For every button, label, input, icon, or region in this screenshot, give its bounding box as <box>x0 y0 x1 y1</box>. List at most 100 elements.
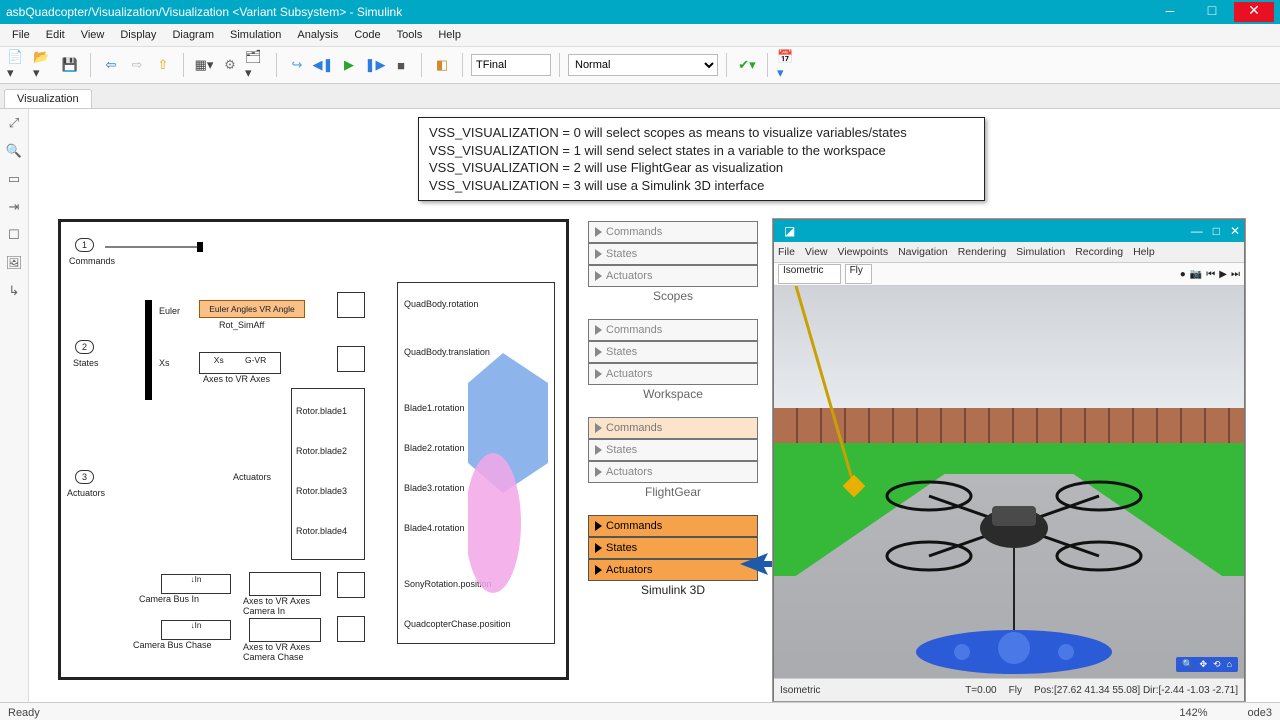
vr-nav-panel-icon[interactable] <box>914 624 1114 674</box>
model-canvas[interactable]: VSS_VISUALIZATION = 0 will select scopes… <box>28 109 1280 720</box>
vr-sensor-line-icon <box>784 286 874 506</box>
vr-tool-next-icon[interactable]: ⏭ <box>1231 269 1240 280</box>
variant-simulink3d[interactable]: Commands States Actuators Simulink 3D <box>588 515 758 597</box>
menu-help[interactable]: Help <box>430 27 469 43</box>
vr-navmode-select[interactable]: Fly <box>845 264 872 284</box>
vr-viewpoint-select[interactable]: Isometric <box>778 264 841 284</box>
menu-analysis[interactable]: Analysis <box>289 27 346 43</box>
vr-nav-rotate-icon[interactable]: ⟲ <box>1213 659 1221 670</box>
forward-button[interactable]: ⇨ <box>125 53 149 77</box>
vr-tool-prev-icon[interactable]: ⏮ <box>1206 269 1215 280</box>
inport-states[interactable]: 2 <box>75 340 94 354</box>
stop-time-input[interactable] <box>471 54 551 76</box>
block-euler-to-vr[interactable]: Euler Angles VR Angle <box>199 300 305 318</box>
block-axes-cam-chase[interactable] <box>249 618 321 642</box>
annotation-box[interactable]: VSS_VISUALIZATION = 0 will select scopes… <box>418 117 985 201</box>
vr-tool-rec-icon[interactable]: ● <box>1180 269 1186 280</box>
menu-edit[interactable]: Edit <box>38 27 73 43</box>
vr-menu-help[interactable]: Help <box>1133 246 1155 258</box>
library-browser-button[interactable]: ▦▾ <box>192 53 216 77</box>
vr-nav-zoom-icon[interactable]: 🔍 <box>1182 659 1193 670</box>
rate-transition-3[interactable] <box>337 572 365 598</box>
step-back-button[interactable]: ◀❚ <box>311 53 335 77</box>
block-camera-in[interactable]: ↓In <box>161 574 231 594</box>
sig-rotor3: Rotor.blade3 <box>296 486 347 496</box>
vr-menu-navigation[interactable]: Navigation <box>898 246 948 258</box>
new-model-button[interactable]: 📄▾ <box>6 53 30 77</box>
vr-3d-canvas[interactable]: 🔍 ✥ ⟲ ⌂ <box>774 286 1244 678</box>
zoom-in-button[interactable]: ⇥ <box>9 199 20 215</box>
vr-nav-pan-icon[interactable]: ✥ <box>1199 659 1207 670</box>
step-forward-button[interactable]: ❚▶ <box>363 53 387 77</box>
vr-sink-preview-icon <box>468 353 558 613</box>
variant-flightgear[interactable]: Commands States Actuators FlightGear <box>588 417 758 499</box>
status-ready: Ready <box>8 707 40 719</box>
rate-transition-2[interactable] <box>337 346 365 372</box>
inport-actuators[interactable]: 3 <box>75 470 94 484</box>
simulation-mode-select[interactable]: Normal <box>568 54 718 76</box>
rate-transition-4[interactable] <box>337 616 365 642</box>
annotate-button[interactable]: ☐ <box>8 227 20 243</box>
back-button[interactable]: ⇦ <box>99 53 123 77</box>
model-explorer-button[interactable]: 🗂▾ <box>244 53 268 77</box>
vr-menu-simulation[interactable]: Simulation <box>1016 246 1065 258</box>
menu-code[interactable]: Code <box>346 27 388 43</box>
vr-menu-view[interactable]: View <box>805 246 828 258</box>
menu-file[interactable]: File <box>4 27 38 43</box>
status-zoom[interactable]: 142% <box>1179 707 1207 719</box>
model-config-button[interactable]: ⚙ <box>218 53 242 77</box>
fast-restart-button[interactable]: ↪ <box>285 53 309 77</box>
vr-close-button[interactable]: ✕ <box>1230 224 1240 238</box>
image-button[interactable]: 🖼 <box>6 255 23 271</box>
vr-port-b4: Blade4.rotation <box>404 523 465 533</box>
bus-selector[interactable] <box>145 300 152 400</box>
menu-view[interactable]: View <box>73 27 113 43</box>
schedule-button[interactable]: 📅▾ <box>776 53 800 77</box>
save-button[interactable]: 💾 <box>58 53 82 77</box>
vr-menu-viewpoints[interactable]: Viewpoints <box>838 246 889 258</box>
vr-tool-play-icon[interactable]: ▶ <box>1219 269 1227 280</box>
block-vr-sink[interactable]: QuadBody.rotation QuadBody.translation B… <box>397 282 555 644</box>
block-axes-to-vr[interactable]: Xs G-VR <box>199 352 281 374</box>
vr-tool-snapshot-icon[interactable]: 📷 <box>1190 269 1202 280</box>
menu-diagram[interactable]: Diagram <box>164 27 222 43</box>
menu-display[interactable]: Display <box>112 27 164 43</box>
run-button[interactable]: ▶ <box>337 53 361 77</box>
vr-viewer-window[interactable]: ◪ — □ ✕ File View Viewpoints Navigation … <box>773 219 1245 701</box>
annotation-line-2: VSS_VISUALIZATION = 1 will send select s… <box>429 142 974 160</box>
tab-visualization[interactable]: Visualization <box>4 89 92 108</box>
hide-browser-button[interactable]: ⤢ <box>9 115 19 131</box>
block-axes-cam-in[interactable] <box>249 572 321 596</box>
open-button[interactable]: 📂▾ <box>32 53 56 77</box>
vr-menu-file[interactable]: File <box>778 246 795 258</box>
menu-simulation[interactable]: Simulation <box>222 27 289 43</box>
variant-workspace[interactable]: Commands States Actuators Workspace <box>588 319 758 401</box>
vr-status-time: T=0.00 <box>965 685 996 696</box>
inport-commands[interactable]: 1 <box>75 238 94 252</box>
vr-nav-buttons[interactable]: 🔍 ✥ ⟲ ⌂ <box>1176 657 1238 672</box>
variant-scopes[interactable]: Commands States Actuators Scopes <box>588 221 758 303</box>
vr-nav-home-icon[interactable]: ⌂ <box>1227 659 1232 670</box>
vr-menu-recording[interactable]: Recording <box>1075 246 1123 258</box>
vr-titlebar: ◪ — □ ✕ <box>774 220 1244 242</box>
toolbar: 📄▾ 📂▾ 💾 ⇦ ⇨ ⇧ ▦▾ ⚙ 🗂▾ ↪ ◀❚ ▶ ❚▶ ■ ◧ Norm… <box>0 47 1280 84</box>
up-button[interactable]: ⇧ <box>151 53 175 77</box>
fit-button[interactable]: ▭ <box>8 171 20 187</box>
status-solver[interactable]: ode3 <box>1248 707 1272 719</box>
maximize-button[interactable]: □ <box>1192 2 1232 22</box>
vr-maximize-button[interactable]: □ <box>1213 224 1220 238</box>
block-camera-chase[interactable]: ↓In <box>161 620 231 640</box>
record-button[interactable]: ◧ <box>430 53 454 77</box>
zoom-button[interactable]: 🔍 <box>6 143 22 159</box>
vr-minimize-button[interactable]: — <box>1191 224 1203 238</box>
variant-ws-cmd: Commands <box>606 324 662 336</box>
vr-menu-rendering[interactable]: Rendering <box>958 246 1006 258</box>
diagram-simulink3d[interactable]: 1 Commands 2 States 3 Actuators Euler Xs… <box>58 219 569 680</box>
menu-tools[interactable]: Tools <box>389 27 431 43</box>
minimize-button[interactable]: — <box>1150 2 1190 22</box>
line-button[interactable]: ↳ <box>9 283 20 299</box>
stop-button[interactable]: ■ <box>389 53 413 77</box>
build-button[interactable]: ✔▾ <box>735 53 759 77</box>
close-button[interactable]: ✕ <box>1234 2 1274 22</box>
rate-transition-1[interactable] <box>337 292 365 318</box>
